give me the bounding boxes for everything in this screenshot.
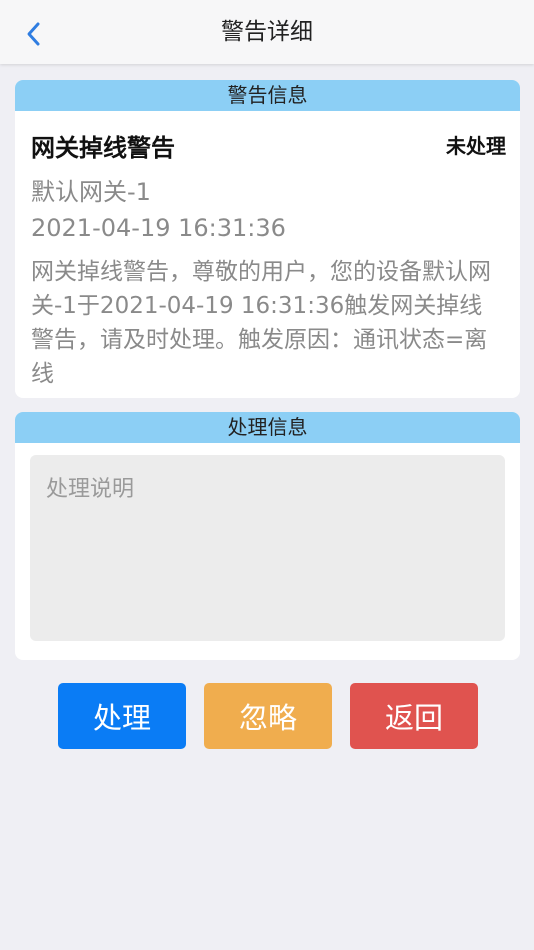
alert-status-badge: 未处理: [446, 134, 506, 158]
page-title: 警告详细: [221, 19, 313, 45]
alert-description: 网关掉线警告，尊敬的用户，您的设备默认网关-1于2021-04-19 16:31…: [31, 259, 491, 387]
navigation-bar: 警告详细: [0, 0, 534, 64]
alert-timestamp: 2021-04-19 16:31:36: [31, 214, 286, 242]
return-button[interactable]: 返回: [350, 683, 478, 749]
process-info-header: 处理信息: [15, 412, 520, 443]
process-button[interactable]: 处理: [58, 683, 186, 749]
alert-info-header: 警告信息: [15, 80, 520, 111]
process-note-input[interactable]: [30, 455, 505, 641]
alert-title: 网关掉线警告: [31, 134, 175, 162]
alert-info-card: 警告信息 网关掉线警告 未处理 默认网关-1 2021-04-19 16:31:…: [15, 80, 520, 398]
alert-device-name: 默认网关-1: [31, 178, 151, 206]
process-info-card: 处理信息: [15, 412, 520, 660]
ignore-button[interactable]: 忽略: [204, 683, 332, 749]
